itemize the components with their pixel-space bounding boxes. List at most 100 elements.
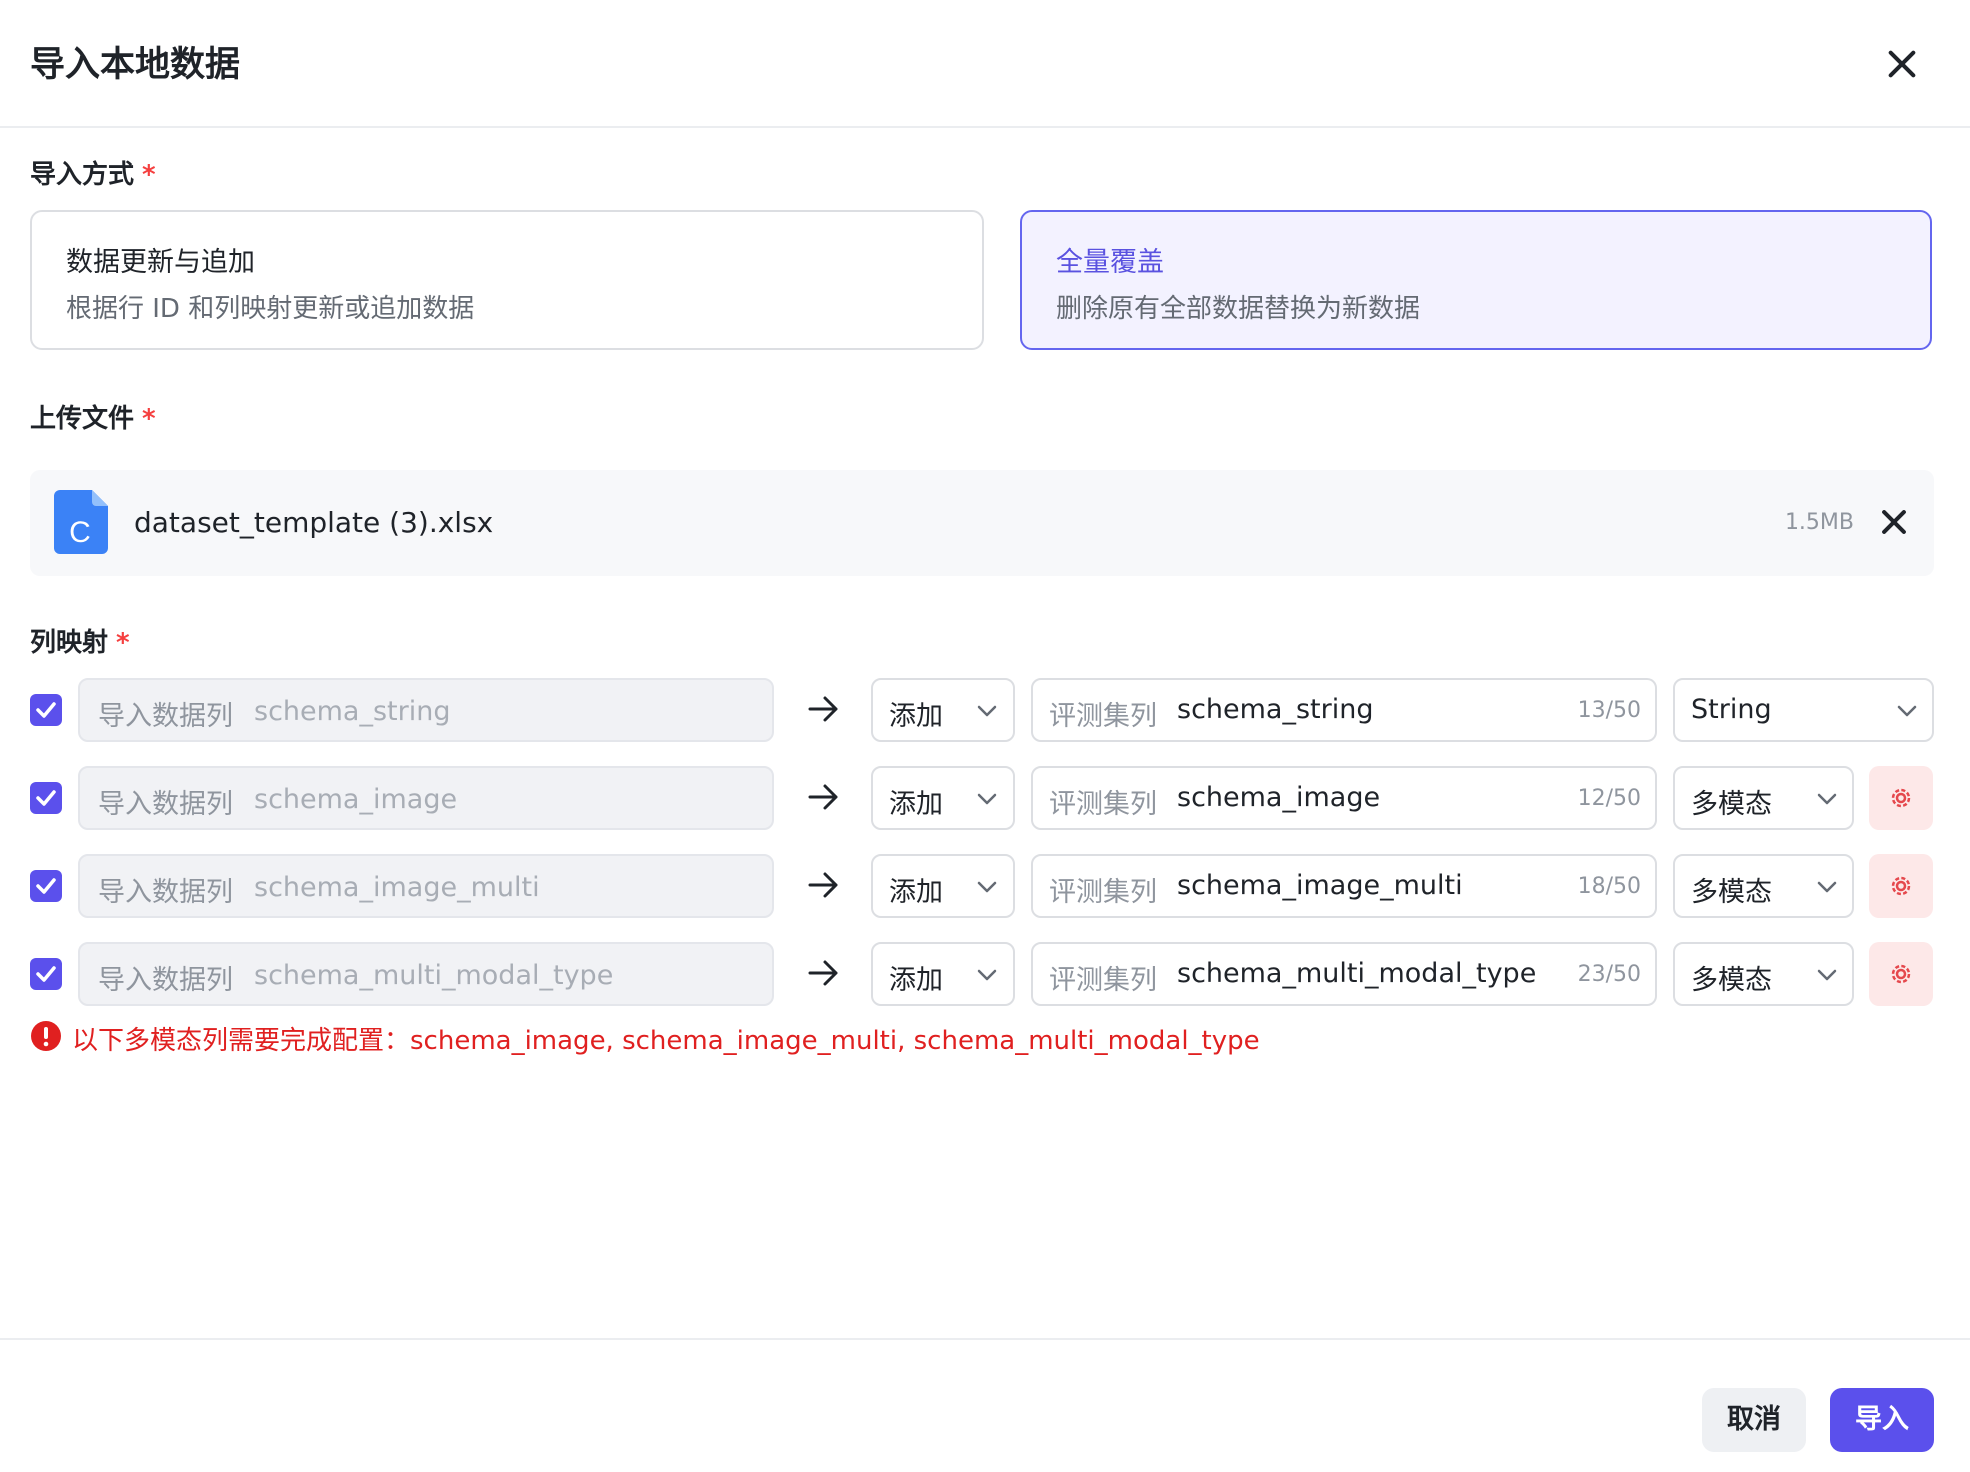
gear-icon [1891,876,1911,896]
required-mark: * [116,628,130,658]
close-icon[interactable] [1882,44,1922,84]
source-column-label: 导入数据列 [98,877,233,908]
target-column-value: schema_multi_modal_type [1177,958,1537,989]
mode-option-update-append[interactable]: 数据更新与追加 根据行 ID 和列映射更新或追加数据 [30,210,984,350]
checkbox-checked-icon [36,702,56,718]
arrow-right-icon [808,960,838,986]
remove-file-icon[interactable] [1876,504,1912,540]
config-button[interactable] [1869,766,1933,830]
arrow-right-icon [808,872,838,898]
type-select[interactable]: 多模态 [1673,854,1854,918]
row-checkbox[interactable] [30,958,62,990]
action-select[interactable]: 添加 [871,942,1015,1006]
row-checkbox[interactable] [30,782,62,814]
required-mark: * [142,404,156,434]
validation-error-text: 以下多模态列需要完成配置：schema_image, schema_image_… [72,1026,1260,1056]
chevron-down-icon [977,793,997,805]
type-select[interactable]: String [1673,678,1934,742]
chevron-down-icon [1897,705,1917,717]
char-count: 13/50 [1577,698,1641,723]
footer-divider [0,1338,1970,1340]
target-column-label: 评测集列 [1049,701,1157,732]
gear-icon [1891,788,1911,808]
mode-option-description: 根据行 ID 和列映射更新或追加数据 [66,294,475,324]
checkbox-checked-icon [36,878,56,894]
mapping-label: 列映射 * [30,622,130,659]
type-select[interactable]: 多模态 [1673,766,1854,830]
action-select[interactable]: 添加 [871,766,1015,830]
arrow-right-icon [808,696,838,722]
target-column-label: 评测集列 [1049,789,1157,820]
upload-label-text: 上传文件 [30,404,135,434]
config-button[interactable] [1869,942,1933,1006]
import-mode-label: 导入方式 * [30,154,156,191]
chevron-down-icon [1817,881,1837,893]
type-select-value: 多模态 [1691,965,1772,996]
mapping-row: 导入数据列 schema_string 添加 评测集列 schema_strin… [0,678,1970,742]
file-icon: C [54,490,108,554]
target-column-value: schema_string [1177,694,1374,725]
action-select-value: 添加 [889,877,943,908]
chevron-down-icon [977,705,997,717]
import-dialog: 导入本地数据 导入方式 * 数据更新与追加 根据行 ID 和列映射更新或追加数据 … [0,0,1970,1472]
required-mark: * [142,160,156,190]
char-count: 18/50 [1577,874,1641,899]
row-checkbox[interactable] [30,870,62,902]
mapping-row: 导入数据列 schema_multi_modal_type 添加 评测集列 sc… [0,942,1970,1006]
target-column-value: schema_image_multi [1177,870,1463,901]
source-column-label: 导入数据列 [98,965,233,996]
char-count: 12/50 [1577,786,1641,811]
row-checkbox[interactable] [30,694,62,726]
chevron-down-icon [1817,969,1837,981]
chevron-down-icon [977,969,997,981]
action-select-value: 添加 [889,701,943,732]
action-select-value: 添加 [889,789,943,820]
source-column-field: 导入数据列 schema_image_multi [78,854,774,918]
checkbox-checked-icon [36,790,56,806]
action-select-value: 添加 [889,965,943,996]
file-size: 1.5MB [1784,510,1854,535]
cancel-button[interactable]: 取消 [1702,1388,1806,1452]
action-select[interactable]: 添加 [871,854,1015,918]
source-column-label: 导入数据列 [98,789,233,820]
mapping-row: 导入数据列 schema_image 添加 评测集列 schema_image … [0,766,1970,830]
action-select[interactable]: 添加 [871,678,1015,742]
target-column-input[interactable]: 评测集列 schema_string 13/50 [1031,678,1657,742]
target-column-value: schema_image [1177,782,1381,813]
target-column-label: 评测集列 [1049,877,1157,908]
type-select-value: 多模态 [1691,877,1772,908]
target-column-input[interactable]: 评测集列 schema_multi_modal_type 23/50 [1031,942,1657,1006]
source-column-value: schema_string [254,696,451,727]
source-column-value: schema_image_multi [254,872,540,903]
target-column-label: 评测集列 [1049,965,1157,996]
chevron-down-icon [977,881,997,893]
checkbox-checked-icon [36,966,56,982]
config-button[interactable] [1869,854,1933,918]
source-column-label: 导入数据列 [98,701,233,732]
mode-option-full-overwrite[interactable]: 全量覆盖 删除原有全部数据替换为新数据 [1020,210,1932,350]
char-count: 23/50 [1577,962,1641,987]
type-select-value: 多模态 [1691,789,1772,820]
type-select[interactable]: 多模态 [1673,942,1854,1006]
upload-label: 上传文件 * [30,398,156,435]
validation-error: 以下多模态列需要完成配置：schema_image, schema_image_… [30,1018,1430,1058]
dialog-title: 导入本地数据 [30,45,241,85]
import-button[interactable]: 导入 [1830,1388,1934,1452]
uploaded-file: C dataset_template (3).xlsx 1.5MB [30,470,1934,576]
dialog-header: 导入本地数据 [0,0,1970,128]
mode-option-title: 全量覆盖 [1056,247,1164,278]
file-icon-letter: C [69,516,91,549]
source-column-field: 导入数据列 schema_string [78,678,774,742]
source-column-field: 导入数据列 schema_image [78,766,774,830]
mode-option-description: 删除原有全部数据替换为新数据 [1056,294,1421,324]
mapping-row: 导入数据列 schema_image_multi 添加 评测集列 schema_… [0,854,1970,918]
source-column-field: 导入数据列 schema_multi_modal_type [78,942,774,1006]
target-column-input[interactable]: 评测集列 schema_image 12/50 [1031,766,1657,830]
gear-icon [1891,964,1911,984]
arrow-right-icon [808,784,838,810]
mode-option-title: 数据更新与追加 [66,247,255,278]
mapping-label-text: 列映射 [30,628,109,658]
source-column-value: schema_image [254,784,458,815]
target-column-input[interactable]: 评测集列 schema_image_multi 18/50 [1031,854,1657,918]
file-name: dataset_template (3).xlsx [134,506,494,539]
